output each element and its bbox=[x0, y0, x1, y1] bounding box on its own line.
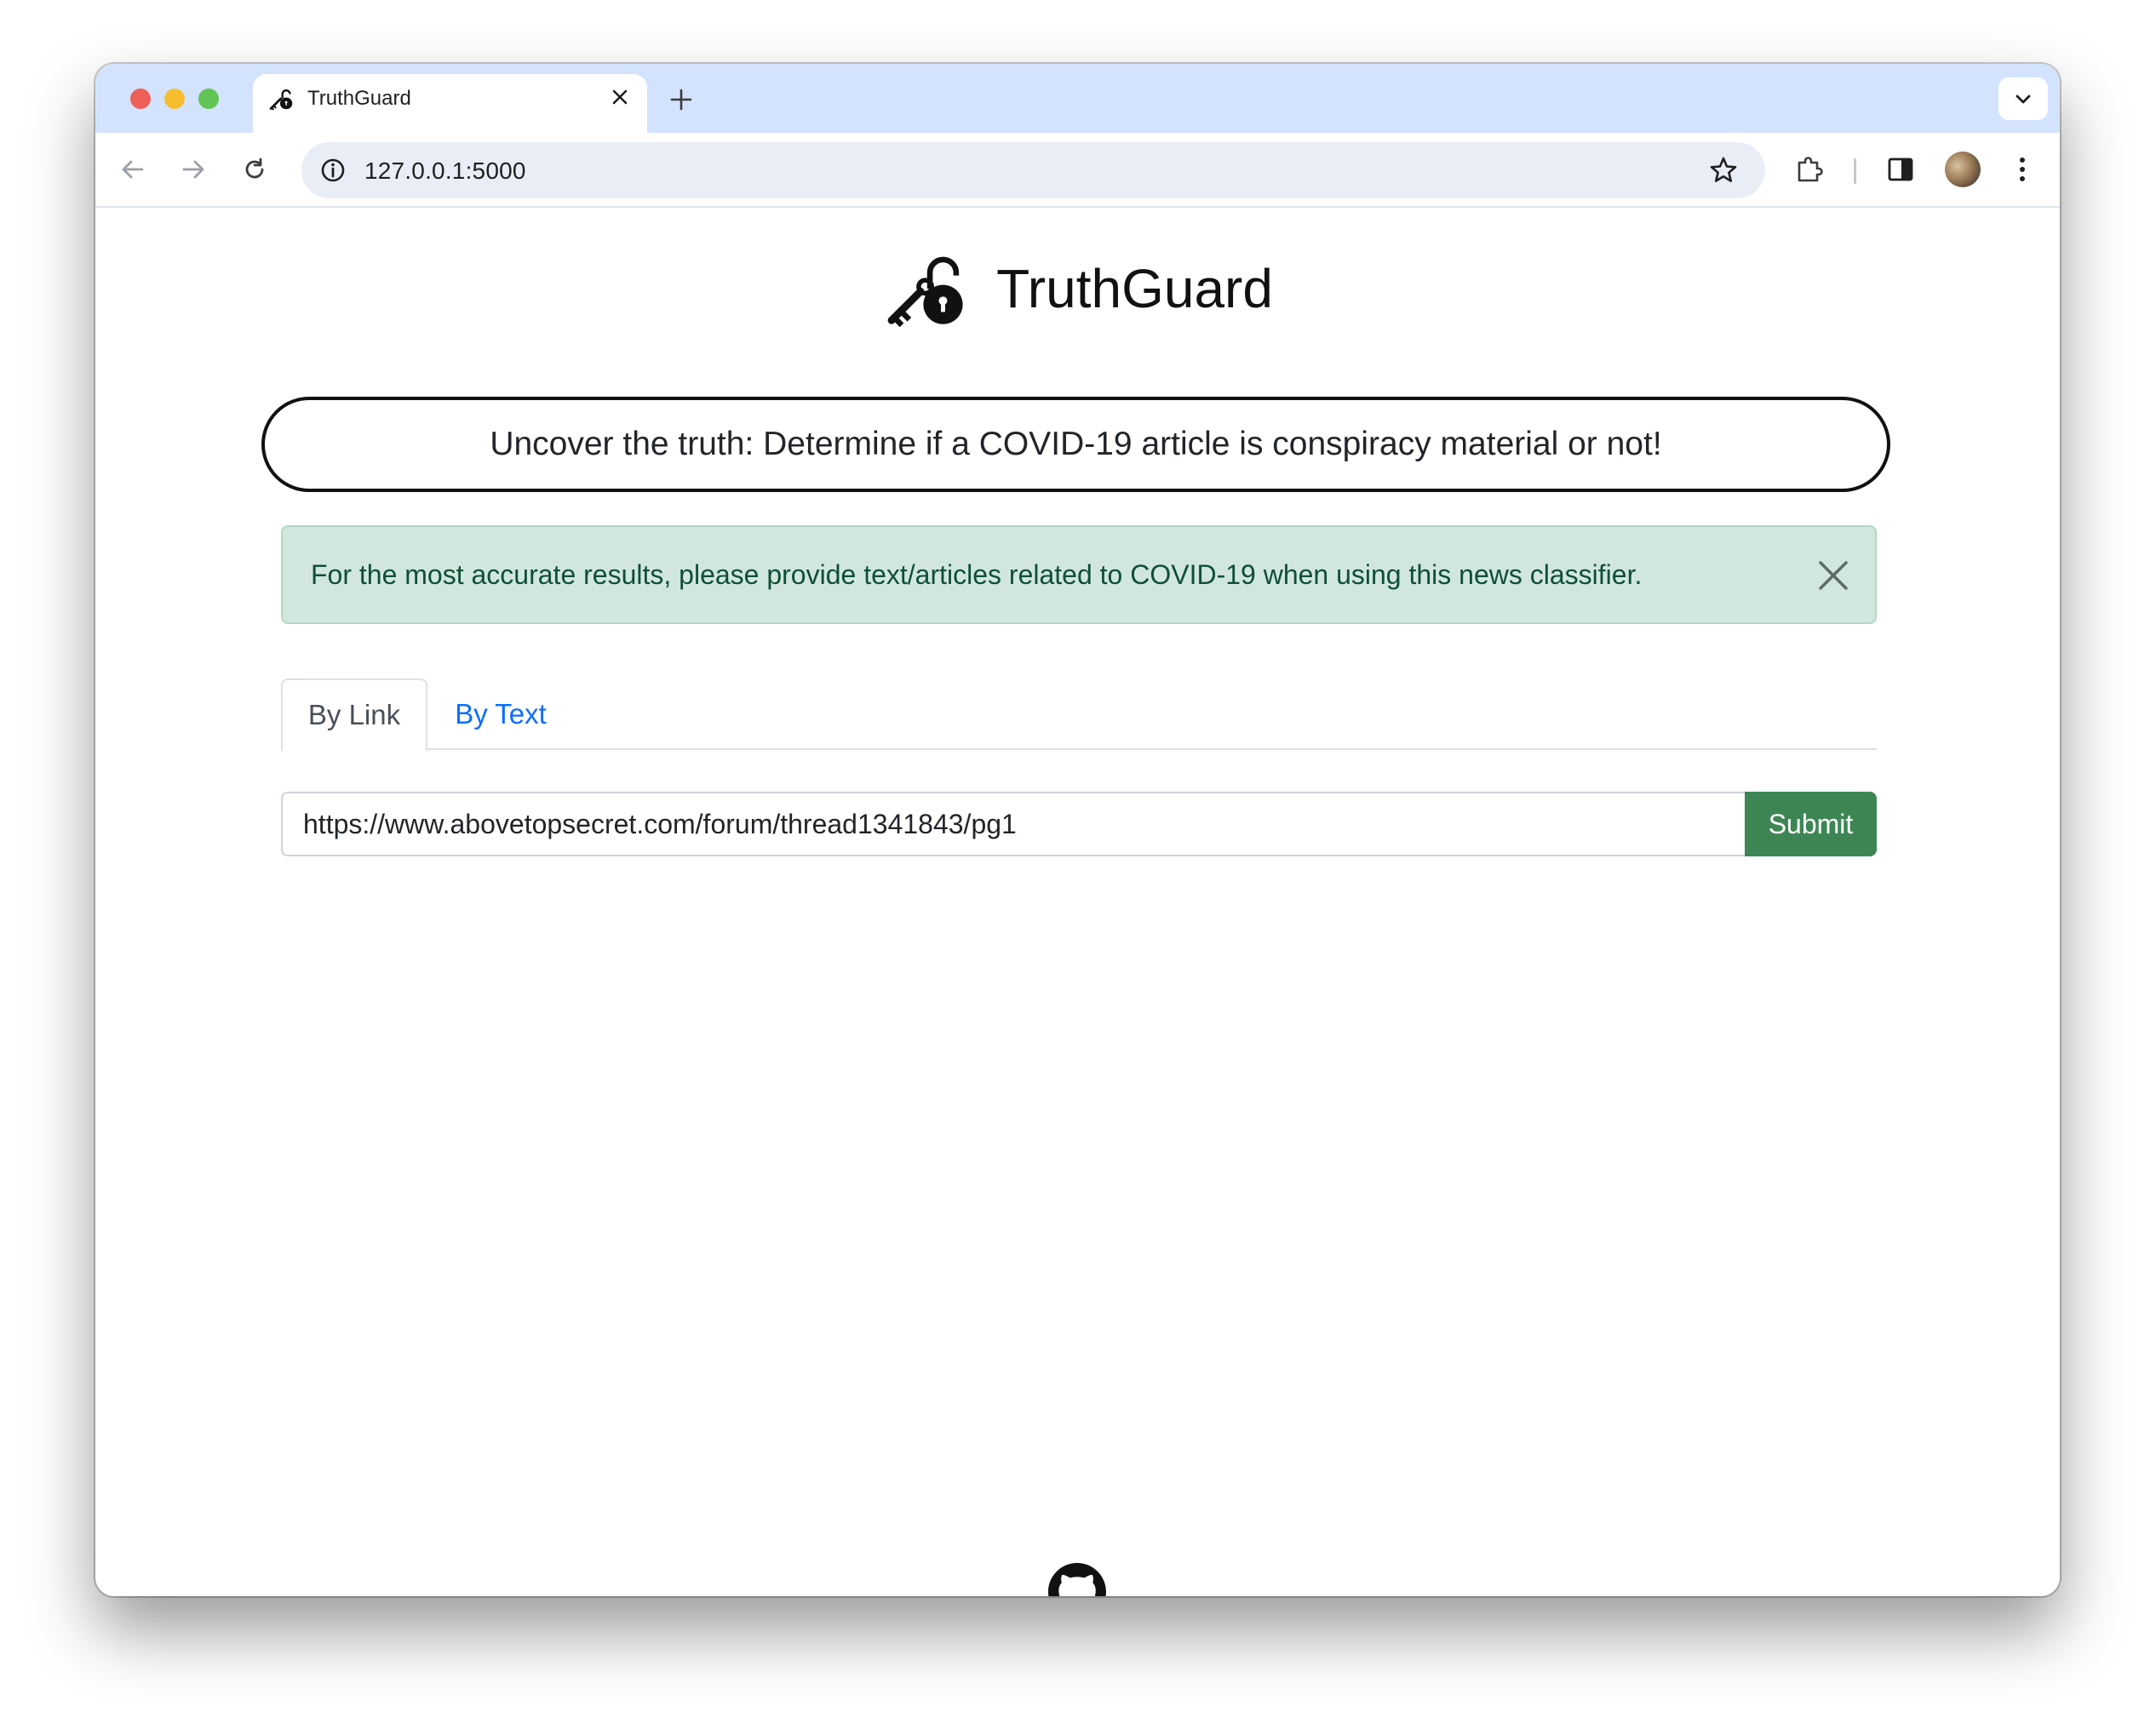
site-info-button[interactable] bbox=[313, 151, 353, 190]
plus-icon bbox=[670, 89, 692, 111]
tab-strip: TruthGuard bbox=[95, 64, 2060, 133]
forward-button[interactable] bbox=[172, 148, 215, 191]
side-panel-button[interactable] bbox=[1879, 148, 1922, 191]
info-icon bbox=[321, 158, 345, 182]
minimize-window-button[interactable] bbox=[164, 89, 185, 109]
github-icon[interactable] bbox=[1048, 1563, 1106, 1596]
arrow-left-icon bbox=[122, 160, 144, 179]
close-icon bbox=[1819, 561, 1848, 590]
close-window-button[interactable] bbox=[130, 89, 151, 109]
close-icon bbox=[612, 89, 628, 105]
tab-close-button[interactable] bbox=[601, 78, 639, 116]
brand-name: TruthGuard bbox=[996, 258, 1273, 319]
new-tab-button[interactable] bbox=[662, 81, 700, 118]
submit-button[interactable]: Submit bbox=[1745, 792, 1877, 856]
maximize-window-button[interactable] bbox=[198, 89, 219, 109]
input-mode-tabs: By Link By Text bbox=[281, 678, 1877, 752]
tab-search-button[interactable] bbox=[1998, 77, 2048, 120]
reload-button[interactable] bbox=[233, 148, 276, 191]
more-vertical-icon bbox=[2020, 157, 2025, 181]
browser-window: TruthGuard 127.0.0.1:5000 TruthGuard Unc… bbox=[95, 64, 2060, 1596]
tab-title: TruthGuard bbox=[307, 87, 411, 110]
profile-avatar[interactable] bbox=[1945, 152, 1981, 187]
site-header: TruthGuard bbox=[95, 242, 2060, 335]
chevron-down-icon bbox=[2016, 94, 2031, 104]
extensions-button[interactable] bbox=[1788, 148, 1831, 191]
puzzle-icon bbox=[1798, 157, 1823, 182]
back-button[interactable] bbox=[112, 148, 154, 191]
article-url-input[interactable] bbox=[281, 792, 1746, 856]
browser-toolbar: 127.0.0.1:5000 bbox=[95, 133, 2060, 208]
key-lock-icon bbox=[887, 256, 963, 328]
browser-tab[interactable]: TruthGuard bbox=[253, 74, 647, 133]
headline-banner: Uncover the truth: Determine if a COVID-… bbox=[261, 397, 1890, 492]
info-alert: For the most accurate results, please pr… bbox=[281, 525, 1877, 624]
alert-message: For the most accurate results, please pr… bbox=[311, 559, 1643, 590]
star-icon bbox=[1710, 157, 1737, 182]
arrow-right-icon bbox=[182, 160, 204, 179]
bookmark-button[interactable] bbox=[1704, 151, 1743, 190]
reload-icon bbox=[245, 157, 264, 179]
browser-menu-button[interactable] bbox=[2001, 148, 2044, 191]
alert-close-button[interactable] bbox=[1810, 552, 1856, 598]
page-content: TruthGuard Uncover the truth: Determine … bbox=[95, 208, 2060, 1596]
toolbar-divider bbox=[1854, 158, 1856, 184]
side-panel-icon bbox=[1888, 157, 1913, 181]
address-bar[interactable]: 127.0.0.1:5000 bbox=[301, 142, 1765, 198]
tab-by-text[interactable]: By Text bbox=[427, 678, 574, 750]
key-lock-favicon-icon bbox=[269, 89, 293, 111]
tab-by-link[interactable]: By Link bbox=[281, 678, 427, 752]
url-text: 127.0.0.1:5000 bbox=[364, 157, 526, 184]
